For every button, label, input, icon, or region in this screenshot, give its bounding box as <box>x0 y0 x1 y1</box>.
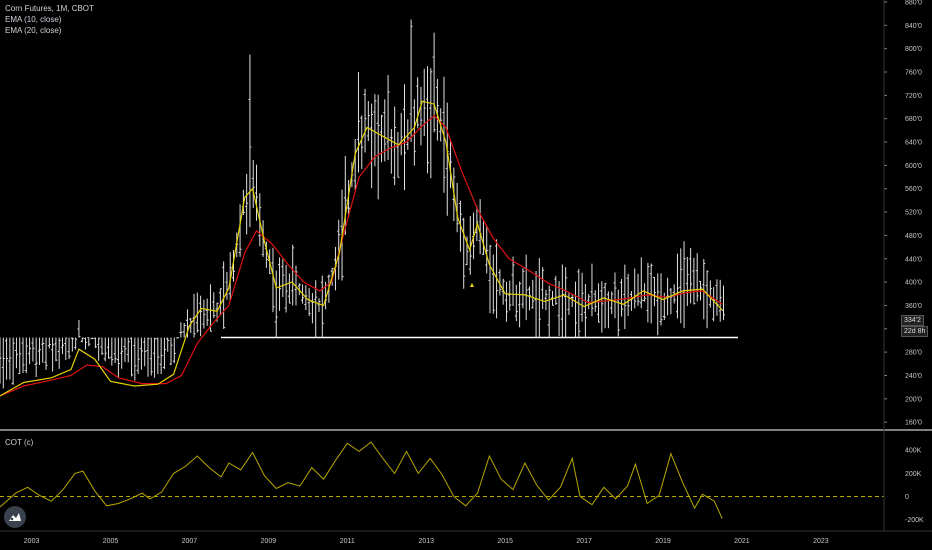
time-tick-label: 2005 <box>103 538 119 545</box>
last-price-tag: 334'2 <box>901 315 924 326</box>
price-tick-label: 880'0 <box>905 0 922 7</box>
time-tick-label: 2013 <box>418 538 434 545</box>
price-tick-label: 560'0 <box>905 186 922 193</box>
cot-tick-label: 0 <box>905 494 909 501</box>
price-tick-label: 280'0 <box>905 350 922 357</box>
cot-tick-label: -200K <box>905 517 924 524</box>
time-tick-label: 2003 <box>24 538 40 545</box>
cot-tick-label: 400K <box>905 448 922 455</box>
legend-block: Corn Futures, 1M, CBOT EMA (10, close) E… <box>5 3 94 36</box>
legend-ema20[interactable]: EMA (20, close) <box>5 25 94 36</box>
price-tick-label: 640'0 <box>905 140 922 147</box>
price-tick-label: 840'0 <box>905 23 922 30</box>
time-tick-label: 2009 <box>261 538 277 545</box>
price-tick-label: 200'0 <box>905 396 922 403</box>
price-tick-label: 680'0 <box>905 116 922 123</box>
time-tick-label: 2007 <box>182 538 198 545</box>
legend-ema10[interactable]: EMA (10, close) <box>5 14 94 25</box>
time-tick-label: 2021 <box>734 538 750 545</box>
time-tick-label: 2023 <box>813 538 829 545</box>
time-tick-label: 2017 <box>576 538 592 545</box>
chart-canvas[interactable]: ▲ 160'0200'0240'0280'0320'0360'0400'0440… <box>0 0 932 550</box>
cot-tick-label: 200K <box>905 471 922 478</box>
triangle-marker-icon: ▲ <box>469 282 476 289</box>
legend-symbol[interactable]: Corn Futures, 1M, CBOT <box>5 3 94 14</box>
price-tick-label: 480'0 <box>905 233 922 240</box>
time-tick-label: 2019 <box>655 538 671 545</box>
price-tick-label: 400'0 <box>905 280 922 287</box>
price-tick-label: 720'0 <box>905 93 922 100</box>
price-tick-label: 520'0 <box>905 210 922 217</box>
cot-legend[interactable]: COT (c) <box>5 437 33 448</box>
legend-cot[interactable]: COT (c) <box>5 438 33 447</box>
price-tick-label: 600'0 <box>905 163 922 170</box>
price-tick-label: 160'0 <box>905 420 922 427</box>
tradingview-logo-icon[interactable] <box>4 506 26 528</box>
countdown-tag: 22d 8h <box>901 326 929 337</box>
price-tick-label: 440'0 <box>905 256 922 263</box>
price-tick-label: 240'0 <box>905 373 922 380</box>
price-tick-label: 760'0 <box>905 70 922 77</box>
time-tick-label: 2011 <box>340 538 355 545</box>
time-tick-label: 2015 <box>497 538 513 545</box>
price-tick-label: 800'0 <box>905 46 922 53</box>
price-tick-label: 360'0 <box>905 303 922 310</box>
